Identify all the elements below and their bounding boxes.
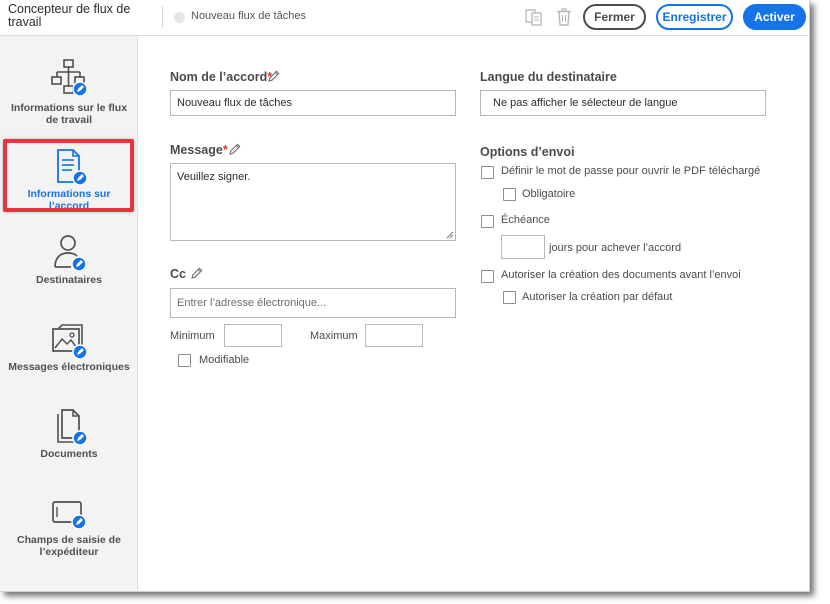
allow-documents-checkbox[interactable] bbox=[481, 270, 494, 283]
allow-default-label: Autoriser la création par défaut bbox=[522, 291, 673, 303]
recipient-language-label: Langue du destinataire bbox=[480, 70, 617, 84]
allow-default-checkbox[interactable] bbox=[503, 291, 516, 304]
header-bar: Concepteur de flux de travail Nouveau fl… bbox=[0, 0, 809, 36]
deadline-option-label: Échéance bbox=[501, 214, 550, 226]
required-option-label: Obligatoire bbox=[522, 188, 576, 200]
sidebar-item-sender-fields[interactable]: Champs de saisie de l’expéditeur bbox=[0, 498, 138, 568]
input-field-icon bbox=[52, 501, 87, 530]
trash-icon[interactable] bbox=[554, 7, 574, 27]
agreement-name-label: Nom de l’accord* bbox=[170, 70, 273, 84]
status-dot-icon bbox=[174, 12, 185, 23]
editable-checkbox[interactable] bbox=[178, 354, 191, 367]
app-window: Concepteur de flux de travail Nouveau fl… bbox=[0, 0, 810, 592]
days-label: jours pour achever l’accord bbox=[549, 242, 682, 254]
selection-highlight bbox=[3, 139, 134, 212]
email-image-icon bbox=[52, 324, 88, 360]
cc-placeholder: Entrer l’adresse électronique... bbox=[177, 297, 327, 309]
sidebar-item-label: Destinataires bbox=[36, 274, 102, 286]
password-checkbox[interactable] bbox=[481, 166, 494, 179]
password-option-label: Définir le mot de passe pour ouvrir le P… bbox=[501, 165, 761, 177]
allow-documents-label: Autoriser la création des documents avan… bbox=[501, 269, 741, 281]
activate-button[interactable]: Activer bbox=[743, 4, 806, 30]
sidebar-item-label: Informations sur le flux de travail bbox=[10, 102, 128, 126]
sidebar-item-label: Messages électroniques bbox=[8, 361, 130, 373]
required-checkbox[interactable] bbox=[503, 188, 516, 201]
pencil-icon[interactable] bbox=[268, 70, 280, 82]
days-input[interactable] bbox=[501, 235, 545, 259]
sidebar-item-label: Champs de saisie de l’expéditeur bbox=[17, 534, 121, 558]
copy-icon[interactable] bbox=[524, 7, 544, 27]
message-text: Veuillez signer. bbox=[177, 171, 251, 183]
deadline-checkbox[interactable] bbox=[481, 215, 494, 228]
sidebar-item-label: Documents bbox=[40, 448, 98, 460]
sidebar: Informations sur le flux de travail Info… bbox=[0, 36, 138, 591]
save-button[interactable]: Enregistrer bbox=[656, 4, 733, 30]
sidebar-item-workflow-info[interactable]: Informations sur le flux de travail bbox=[0, 58, 138, 128]
minimum-input[interactable] bbox=[224, 324, 282, 347]
pencil-icon[interactable] bbox=[229, 143, 241, 155]
sidebar-item-documents[interactable]: Documents bbox=[0, 408, 138, 464]
cc-email-input[interactable]: Entrer l’adresse électronique... bbox=[170, 288, 456, 318]
header-divider bbox=[162, 6, 163, 28]
send-options-label: Options d’envoi bbox=[480, 145, 575, 159]
recipient-language-select[interactable]: Ne pas afficher le sélecteur de langue bbox=[480, 90, 766, 116]
message-textarea[interactable]: Veuillez signer. bbox=[170, 163, 456, 241]
pencil-icon[interactable] bbox=[191, 267, 203, 279]
close-button[interactable]: Fermer bbox=[583, 4, 646, 30]
sidebar-item-recipients[interactable]: Destinataires bbox=[0, 234, 138, 290]
user-icon bbox=[54, 235, 87, 272]
maximum-label: Maximum bbox=[310, 330, 358, 342]
minimum-label: Minimum bbox=[170, 330, 215, 342]
workflow-icon bbox=[51, 59, 88, 97]
sidebar-item-emails[interactable]: Messages électroniques bbox=[0, 321, 138, 377]
documents-icon bbox=[57, 409, 88, 446]
cc-label: Cc bbox=[170, 267, 186, 281]
message-label: Message* bbox=[170, 143, 228, 157]
app-title: Concepteur de flux de travail bbox=[8, 2, 131, 29]
agreement-name-field[interactable]: Nouveau flux de tâches bbox=[170, 90, 456, 116]
resize-handle-icon[interactable] bbox=[446, 231, 454, 239]
workflow-name: Nouveau flux de tâches bbox=[191, 10, 306, 22]
editable-label: Modifiable bbox=[199, 354, 250, 366]
maximum-input[interactable] bbox=[365, 324, 423, 347]
